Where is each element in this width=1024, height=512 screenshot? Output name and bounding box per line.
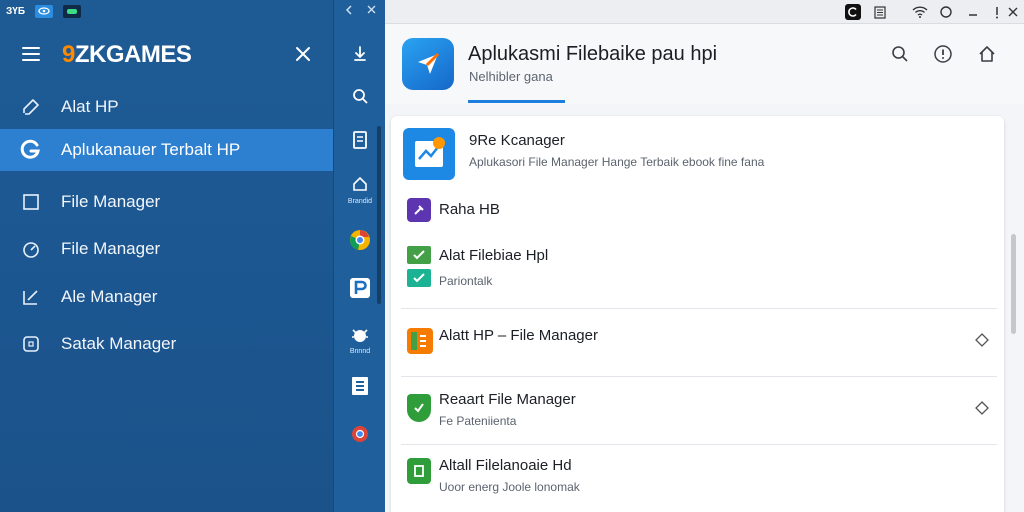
close-icon[interactable] [292,43,314,65]
purple-tool-icon [407,198,431,222]
nav-item-label: Aplukanauer Terbalt HP [61,140,241,159]
close-icon[interactable] [367,5,376,17]
drawer-header: 9ZKGAMES [0,30,333,80]
list-item[interactable]: Reaart File Manager Fe Pateniienta [391,380,1004,442]
gauge-icon [20,238,42,260]
green-square-icon [407,458,431,484]
rail-caption: Bnnnd [349,348,371,355]
nav-item-label: Satak Manager [61,334,177,353]
active-tab-indicator [468,100,565,103]
download-icon[interactable] [346,40,374,68]
green-shield-icon [407,394,431,422]
list-item[interactable]: Altall Filelanoaie Hd Uoor energ Joole l… [391,448,1004,512]
notes-icon[interactable] [872,4,888,20]
info-circle-icon[interactable] [932,43,954,65]
list-item[interactable]: Alat Filebiae Hpl Pariontalk [391,238,1004,296]
list-item[interactable]: 9Re Kcanager Aplukasori File Manager Han… [391,116,1004,190]
refresh-icon[interactable] [973,331,991,349]
app-header: Aplukasmi Filebaike pau hpi Nelhibler ga… [385,24,1024,104]
nav-item-satak-manager[interactable]: Satak Manager [0,323,333,365]
brightness-icon[interactable] [938,4,954,20]
search-icon[interactable] [346,82,374,110]
teal-check-icon [407,269,431,287]
home-icon[interactable] [976,43,998,65]
hamburger-menu-icon[interactable] [22,47,40,61]
list-doc-icon[interactable] [346,372,374,400]
nav-item-label: Ale Manager [61,287,158,306]
list-item-title: Alatt HP – File Manager [439,327,598,344]
square-icon [20,191,42,213]
edit-pencil-icon [20,96,42,118]
chevron-left-icon[interactable] [345,4,353,18]
document-icon[interactable] [346,126,374,154]
brand-logo: 9ZKGAMES [62,41,192,68]
bug-icon[interactable] [346,322,374,350]
gamepad-icon [63,4,82,18]
home-icon[interactable] [346,170,374,198]
edit-box-icon [20,286,42,308]
page-subtitle: Nelhibler gana [469,69,553,84]
nav-item-label: File Manager [61,239,161,258]
divider [401,444,997,445]
chrome-icon[interactable] [346,226,374,254]
eye-icon [35,4,54,18]
app-window: Aplukasmi Filebaike pau hpi Nelhibler ga… [385,0,1024,512]
list-item-title: Alat Filebiae Hpl [439,247,549,264]
list-item[interactable]: Raha HB [391,192,1004,228]
g-logo-icon [20,139,42,161]
list-item[interactable]: Alatt HP – File Manager [391,316,1004,372]
navigation-drawer: ЗҮБ 9ZKGAMES Alat HP Aplukanauer Terbalt… [0,0,333,512]
orange-grid-icon [407,328,433,354]
divider [401,308,997,309]
refresh-icon[interactable] [973,399,991,417]
nav-item-file-manager-2[interactable]: File Manager [0,228,333,270]
scrollbar[interactable] [1011,234,1016,334]
nav-item-label: Alat HP [61,97,119,116]
list-item-subtitle: Fe Pateniienta [439,414,517,428]
app-list-card: 9Re Kcanager Aplukasori File Manager Han… [391,116,1004,512]
wifi-icon[interactable] [912,4,928,20]
nav-item-file-manager-1[interactable]: File Manager [0,181,333,223]
list-item-subtitle: Uoor energ Joole lonomak [439,480,580,494]
rail-scrollbar[interactable] [377,126,381,304]
app-logo-icon [402,38,454,90]
file-manager-icon [403,128,455,180]
page-title: Aplukasmi Filebaike pau hpi [468,43,718,65]
check-badge-icon [407,246,431,264]
drawer-status-strip: ЗҮБ [0,0,333,22]
list-item-title: Altall Filelanoaie Hd [439,457,572,474]
minimize-icon[interactable] [965,4,981,20]
list-item-title: Reaart File Manager [439,391,576,408]
nav-item-ale-manager[interactable]: Ale Manager [0,276,333,318]
side-rail: Brandid Bnnnd [333,0,385,512]
list-item-title: 9Re Kcanager [469,132,565,149]
status-chip-text: ЗҮБ [6,5,26,17]
app-c-icon[interactable] [845,4,861,20]
list-item-subtitle: Aplukasori File Manager Hange Terbaik eb… [469,155,765,169]
info-icon[interactable] [989,4,1005,20]
nav-item-aplukanauer-terbalt-hp[interactable]: Aplukanauer Terbalt HP [0,129,333,171]
close-icon[interactable] [1005,4,1021,20]
system-status-bar [385,0,1024,24]
search-icon[interactable] [889,43,911,65]
rounded-square-icon [20,333,42,355]
chrome-small-icon[interactable] [346,420,374,448]
divider [401,376,997,377]
p-app-icon[interactable] [346,274,374,302]
nav-item-label: File Manager [61,192,161,211]
list-item-subtitle: Pariontalk [439,274,493,288]
nav-item-alat-hp[interactable]: Alat HP [0,86,333,128]
list-item-title: Raha HB [439,201,500,218]
rail-window-controls [334,0,386,22]
